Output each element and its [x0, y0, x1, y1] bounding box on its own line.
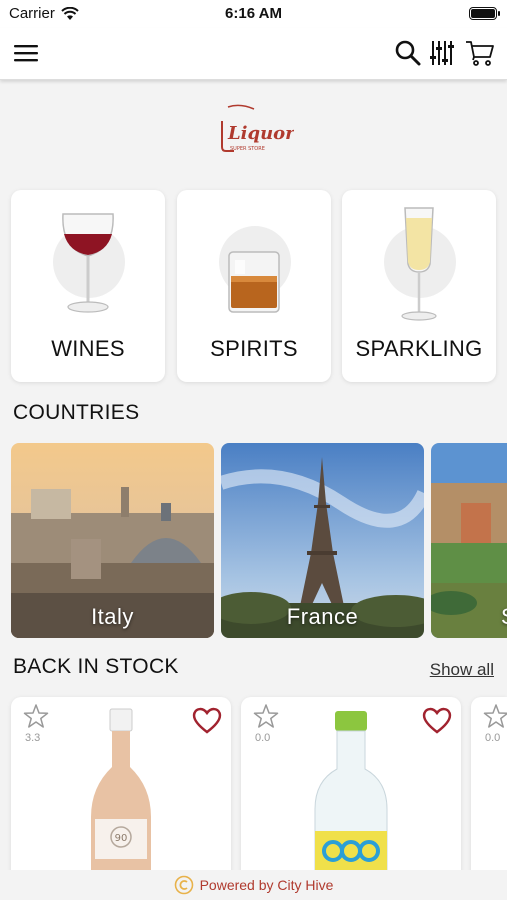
- svg-text:90: 90: [115, 833, 128, 844]
- store-logo[interactable]: Liquor SUPER STORE: [200, 100, 307, 158]
- powered-by-text: Powered by City Hive: [199, 877, 334, 893]
- product-card[interactable]: 0.0: [241, 697, 461, 887]
- country-card-france[interactable]: France: [221, 443, 424, 638]
- country-card-italy[interactable]: Italy: [11, 443, 214, 638]
- category-card-spirits[interactable]: SPIRITS: [177, 190, 331, 382]
- category-label: SPIRITS: [210, 336, 298, 361]
- country-label: Italy: [91, 604, 134, 629]
- status-bar: Carrier 6:16 AM: [0, 0, 507, 28]
- champagne-flute-icon: [401, 207, 437, 321]
- menu-button[interactable]: [9, 36, 43, 70]
- filter-button[interactable]: [425, 36, 459, 70]
- heart-icon[interactable]: [191, 705, 223, 735]
- svg-text:SUPER STORE: SUPER STORE: [230, 146, 265, 152]
- filter-sliders-icon: [430, 41, 454, 65]
- back-in-stock-heading: BACK IN STOCK: [13, 655, 179, 678]
- countries-heading: COUNTRIES: [13, 401, 140, 424]
- country-card-spain[interactable]: S: [431, 443, 507, 638]
- heart-icon[interactable]: [421, 705, 453, 735]
- spirit-bottle-image: [314, 711, 388, 887]
- wine-glass-icon: [62, 213, 114, 313]
- search-button[interactable]: [391, 36, 425, 70]
- spain-photo: [431, 443, 507, 638]
- city-hive-logo-icon: [174, 875, 193, 895]
- top-navigation-bar: [0, 28, 507, 80]
- category-label: WINES: [51, 336, 125, 361]
- cart-button[interactable]: [463, 36, 497, 70]
- star-icon[interactable]: [23, 703, 49, 729]
- star-icon[interactable]: [483, 703, 507, 729]
- product-card[interactable]: 0.0: [471, 697, 507, 887]
- product-rating: 0.0: [485, 732, 501, 744]
- country-label: S: [501, 604, 507, 630]
- show-all-link[interactable]: Show all: [430, 660, 494, 680]
- product-rating: 3.3: [25, 732, 41, 744]
- cart-icon: [466, 41, 494, 66]
- rose-wine-bottle-image: 90: [91, 708, 151, 887]
- star-icon[interactable]: [253, 703, 279, 729]
- logo-graphic: Liquor SUPER STORE: [220, 104, 294, 152]
- hamburger-icon: [14, 45, 38, 62]
- battery-icon: [469, 7, 500, 20]
- product-card[interactable]: 3.3 90: [11, 697, 231, 887]
- search-icon: [395, 40, 421, 66]
- category-card-sparkling[interactable]: SPARKLING: [342, 190, 496, 382]
- powered-by-footer[interactable]: Powered by City Hive: [0, 870, 507, 900]
- country-label: France: [286, 604, 359, 629]
- whiskey-glass-icon: [228, 251, 280, 313]
- product-rating: 0.0: [255, 732, 271, 744]
- status-time: 6:16 AM: [225, 5, 282, 22]
- category-card-wines[interactable]: WINES: [11, 190, 165, 382]
- category-label: SPARKLING: [355, 336, 483, 361]
- svg-text:Liquor: Liquor: [227, 123, 294, 144]
